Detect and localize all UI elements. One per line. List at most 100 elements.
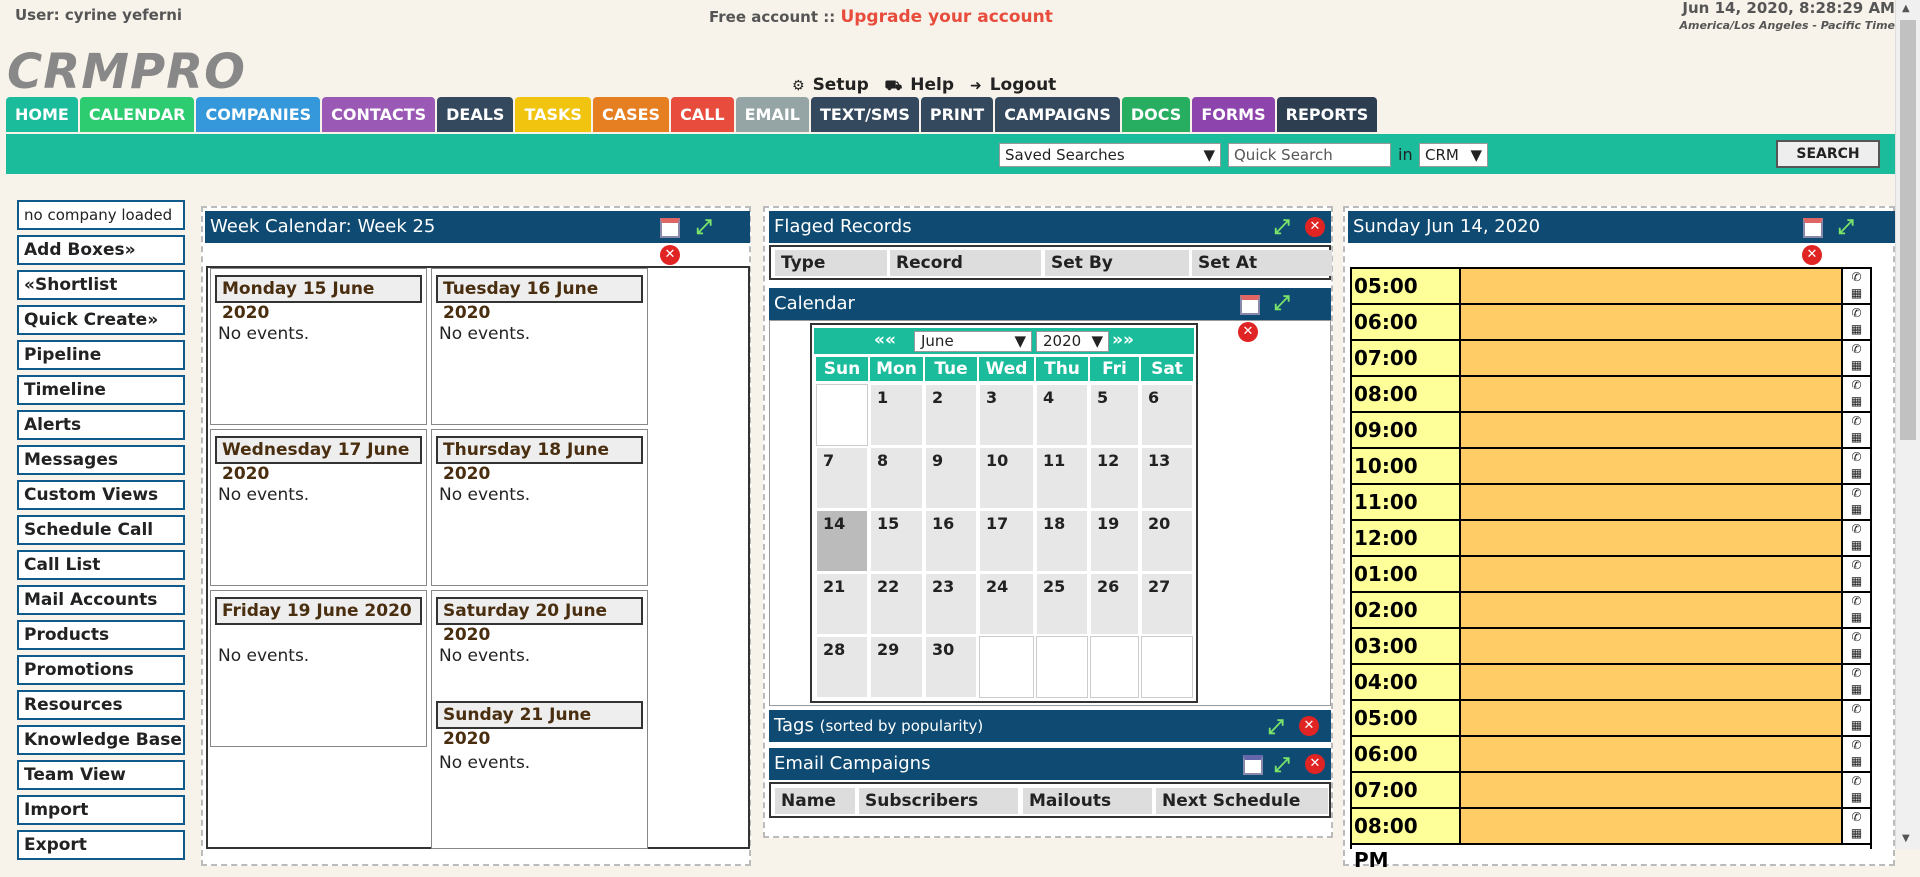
sidebar-item-timeline[interactable]: Timeline [17,375,185,405]
slot-body[interactable] [1461,485,1841,519]
calendar-day[interactable]: 11 [1036,447,1088,509]
phone-calendar-icon[interactable]: ✆ ▦ [1841,773,1870,807]
expand-icon[interactable]: ⤢ [1274,292,1290,312]
slot-body[interactable] [1461,377,1841,411]
phone-calendar-icon[interactable]: ✆ ▦ [1841,377,1870,411]
expand-icon[interactable]: ⤢ [696,216,712,236]
year-select[interactable]: 2020 ▼ [1036,331,1109,352]
time-slot[interactable]: 01:00 PM ✆ ▦ [1352,557,1870,620]
calendar-day[interactable]: 14 [816,510,868,572]
sidebar-item-add-boxes[interactable]: Add Boxes» [17,235,185,265]
time-slot[interactable]: 03:00 PM ✆ ▦ [1352,629,1870,692]
calendar-day[interactable]: 7 [816,447,868,509]
time-slot[interactable]: 06:00 PM ✆ ▦ [1352,737,1870,800]
sidebar-item-messages[interactable]: Messages [17,445,185,475]
phone-calendar-icon[interactable]: ✆ ▦ [1841,737,1870,771]
phone-calendar-icon[interactable]: ✆ ▦ [1841,485,1870,519]
search-scope-select[interactable]: CRM ▼ [1419,143,1488,167]
sidebar-item-shortlist[interactable]: «Shortlist [17,270,185,300]
nav-tab-textsms[interactable]: TEXT/SMS [810,97,919,132]
prev-month-button[interactable]: «« [874,330,896,350]
add-calendar-icon[interactable] [1803,218,1823,238]
nav-tab-print[interactable]: PRINT [920,97,994,132]
phone-calendar-icon[interactable]: ✆ ▦ [1841,413,1870,447]
calendar-day[interactable]: 30 [925,636,977,698]
slot-body[interactable] [1461,269,1841,303]
time-slot[interactable]: 05:00 PM ✆ ▦ [1352,701,1870,764]
nav-tab-contacts[interactable]: CONTACTS [322,97,436,132]
sidebar-item-call-list[interactable]: Call List [17,550,185,580]
quick-search-input[interactable]: Quick Search [1228,143,1391,167]
calendar-day[interactable]: 27 [1141,573,1193,635]
sidebar-item-schedule-call[interactable]: Schedule Call [17,515,185,545]
month-select[interactable]: June ▼ [914,331,1032,352]
calendar-day[interactable]: 4 [1036,384,1088,446]
sidebar-item-quick-create[interactable]: Quick Create» [17,305,185,335]
slot-body[interactable] [1461,809,1841,843]
saved-searches-select[interactable]: Saved Searches ▼ [999,143,1221,167]
calendar-day[interactable]: 13 [1141,447,1193,509]
sidebar-item-resources[interactable]: Resources [17,690,185,720]
calendar-day[interactable]: 2 [925,384,977,446]
calendar-day[interactable]: 26 [1090,573,1139,635]
calendar-day[interactable]: 1 [870,384,923,446]
phone-calendar-icon[interactable]: ✆ ▦ [1841,305,1870,339]
phone-calendar-icon[interactable]: ✆ ▦ [1841,629,1870,663]
close-icon[interactable]: ✕ [1299,716,1319,736]
nav-tab-campaigns[interactable]: CAMPAIGNS [995,97,1120,132]
slot-body[interactable] [1461,305,1841,339]
nav-tab-forms[interactable]: FORMS [1192,97,1275,132]
phone-calendar-icon[interactable]: ✆ ▦ [1841,809,1870,843]
calendar-day[interactable]: 20 [1141,510,1193,572]
time-slot[interactable]: 02:00 PM ✆ ▦ [1352,593,1870,656]
phone-calendar-icon[interactable]: ✆ ▦ [1841,269,1870,303]
next-month-button[interactable]: »» [1112,330,1134,350]
nav-tab-home[interactable]: HOME [6,97,78,132]
sidebar-item-import[interactable]: Import [17,795,185,825]
slot-body[interactable] [1461,737,1841,771]
phone-calendar-icon[interactable]: ✆ ▦ [1841,701,1870,735]
sidebar-item-knowledge-base[interactable]: Knowledge Base [17,725,185,755]
time-slot[interactable]: 05:00 AM ✆ ▦ [1352,269,1870,332]
phone-calendar-icon[interactable]: ✆ ▦ [1841,665,1870,699]
time-slot[interactable]: 12:00 PM ✆ ▦ [1352,521,1870,584]
phone-calendar-icon[interactable]: ✆ ▦ [1841,341,1870,375]
sidebar-item-pipeline[interactable]: Pipeline [17,340,185,370]
vertical-scrollbar[interactable]: ▲ ▼ [1895,0,1920,849]
upgrade-link[interactable]: Upgrade your account [840,7,1052,27]
slot-body[interactable] [1461,665,1841,699]
nav-tab-deals[interactable]: DEALS [437,97,514,132]
time-slot[interactable]: 07:00 AM ✆ ▦ [1352,341,1870,404]
scroll-up-icon[interactable]: ▲ [1902,3,1910,14]
expand-icon[interactable]: ⤢ [1274,754,1290,774]
nav-tab-docs[interactable]: DOCS [1121,97,1191,132]
calendar-day[interactable]: 18 [1036,510,1088,572]
expand-icon[interactable]: ⤢ [1268,716,1284,736]
nav-tab-companies[interactable]: COMPANIES [196,97,321,132]
sidebar-item-custom-views[interactable]: Custom Views [17,480,185,510]
calendar-day[interactable]: 10 [979,447,1034,509]
sidebar-item-team-view[interactable]: Team View [17,760,185,790]
scroll-down-icon[interactable]: ▼ [1902,833,1910,844]
calendar-day[interactable]: 19 [1090,510,1139,572]
sidebar-item-alerts[interactable]: Alerts [17,410,185,440]
time-slot[interactable]: 06:00 AM ✆ ▦ [1352,305,1870,368]
slot-body[interactable] [1461,593,1841,627]
calendar-day[interactable]: 5 [1090,384,1139,446]
phone-calendar-icon[interactable]: ✆ ▦ [1841,449,1870,483]
time-slot[interactable]: 04:00 PM ✆ ▦ [1352,665,1870,728]
slot-body[interactable] [1461,629,1841,663]
slot-body[interactable] [1461,521,1841,555]
calendar-day[interactable]: 8 [870,447,923,509]
close-icon[interactable]: ✕ [1305,754,1325,774]
campaign-icon[interactable] [1243,755,1263,775]
slot-body[interactable] [1461,773,1841,807]
calendar-day[interactable]: 22 [870,573,923,635]
calendar-day[interactable]: 9 [925,447,977,509]
calendar-day[interactable]: 3 [979,384,1034,446]
calendar-day[interactable]: 24 [979,573,1034,635]
time-slot[interactable]: 08:00 AM ✆ ▦ [1352,377,1870,440]
phone-calendar-icon[interactable]: ✆ ▦ [1841,521,1870,555]
nav-tab-call[interactable]: CALL [671,97,734,132]
add-calendar-icon[interactable] [660,218,680,238]
